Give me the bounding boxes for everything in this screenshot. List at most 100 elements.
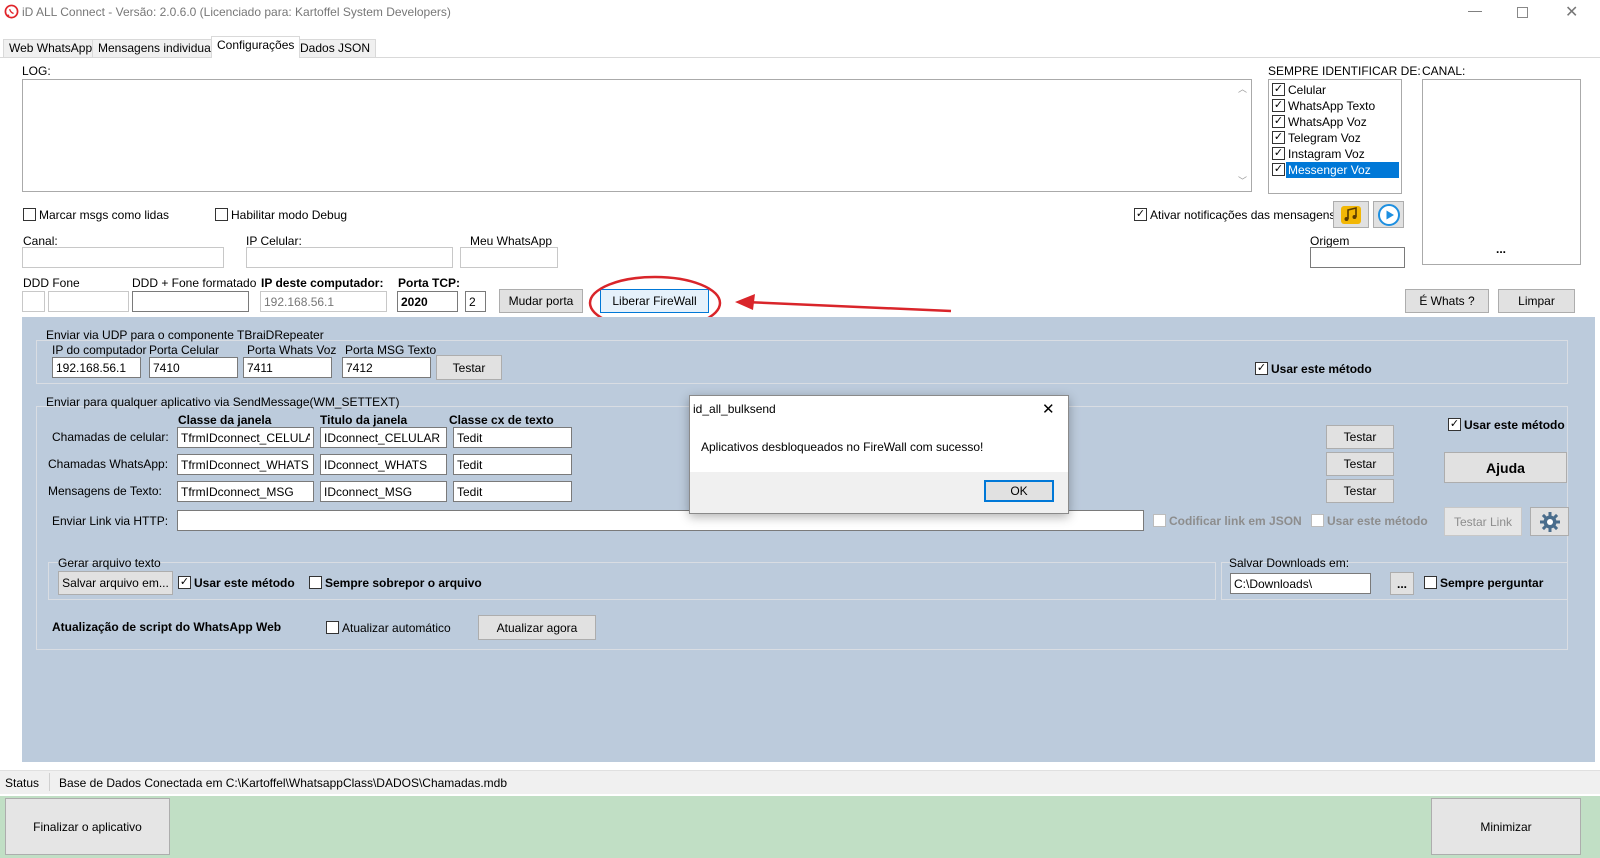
json-checkbox[interactable] [1153, 514, 1166, 527]
whatsapp-testar-button[interactable]: Testar [1326, 452, 1394, 476]
celular-textclass-input[interactable] [453, 427, 572, 448]
whatsapp-icon [4, 4, 19, 19]
dialog-close-icon[interactable]: ✕ [1042, 400, 1055, 418]
title-bar: iD ALL Connect - Versão: 2.0.6.0 (Licenc… [0, 0, 1600, 24]
porta-tcp-input[interactable] [397, 291, 458, 312]
log-textarea[interactable]: ︿ ﹀ [22, 79, 1252, 192]
ask-checkbox[interactable] [1424, 576, 1437, 589]
http-use-method-checkbox[interactable] [1311, 514, 1324, 527]
downloads-label: Salvar Downloads em: [1229, 556, 1350, 570]
tab-configuracoes[interactable]: Configurações [211, 36, 301, 58]
udp-ip-input[interactable] [52, 357, 141, 378]
mensagens-textclass-input[interactable] [453, 481, 572, 502]
scroll-up-icon[interactable]: ︿ [1238, 82, 1247, 95]
scroll-down-icon[interactable]: ﹀ [1238, 174, 1247, 187]
celular-title-input[interactable] [320, 427, 447, 448]
mensagens-class-input[interactable] [177, 481, 314, 502]
telegram-voz-checkbox[interactable] [1272, 131, 1285, 144]
identify-item-messenger-voz[interactable]: Messenger Voz [1271, 162, 1399, 178]
identify-item-whatsapp-texto[interactable]: WhatsApp Texto [1271, 98, 1399, 114]
whatsapp-voz-checkbox[interactable] [1272, 115, 1285, 128]
file-use-method-checkbox[interactable] [178, 576, 191, 589]
notifications-label: Ativar notificações das mensagens [1150, 208, 1336, 222]
udp-porta-msg-texto-label: Porta MSG Texto [345, 343, 437, 357]
mensagens-title-input[interactable] [320, 481, 447, 502]
identify-checklist[interactable]: Celular WhatsApp Texto WhatsApp Voz Tele… [1268, 79, 1402, 194]
mark-read-checkbox[interactable] [23, 208, 36, 221]
whatsapp-title-input[interactable] [320, 454, 447, 475]
udp-porta-whats-voz-input[interactable] [243, 357, 332, 378]
ddd-input[interactable] [22, 291, 45, 312]
dialog-message: Aplicativos desbloqueados no FireWall co… [701, 440, 984, 454]
identify-item-celular[interactable]: Celular [1271, 82, 1399, 98]
identify-item-telegram-voz[interactable]: Telegram Voz [1271, 130, 1399, 146]
status-bar: Status Base de Dados Conectada em C:\Kar… [0, 770, 1600, 794]
ip-celular-input[interactable] [246, 247, 453, 268]
mensagens-testar-button[interactable]: Testar [1326, 479, 1394, 503]
sound-button[interactable] [1333, 201, 1369, 228]
sendmsg-title: Enviar para qualquer aplicativo via Send… [46, 395, 400, 409]
log-label: LOG: [22, 64, 51, 78]
ddd-fone-label: DDD Fone [23, 276, 80, 290]
tab-dados-json[interactable]: Dados JSON [294, 39, 377, 57]
porta-tcp-label: Porta TCP: [398, 276, 461, 290]
whatsapp-textclass-input[interactable] [453, 454, 572, 475]
origem-input[interactable] [1310, 247, 1405, 268]
celular-class-input[interactable] [177, 427, 314, 448]
porta-tcp-extra-input[interactable] [465, 291, 486, 312]
status-text: Base de Dados Conectada em C:\Kartoffel\… [59, 776, 507, 790]
row-whatsapp-label: Chamadas WhatsApp: [48, 457, 169, 471]
limpar-button[interactable]: Limpar [1498, 289, 1575, 313]
ajuda-button[interactable]: Ajuda [1444, 452, 1567, 483]
testar-link-button[interactable]: Testar Link [1444, 507, 1522, 536]
ip-computador-input[interactable] [260, 291, 387, 312]
identify-item-whatsapp-voz[interactable]: WhatsApp Voz [1271, 114, 1399, 130]
minimizar-button[interactable]: Minimizar [1431, 798, 1581, 855]
file-use-method-label: Usar este método [194, 576, 295, 590]
tab-mensagens-individuais[interactable]: Mensagens individuais [92, 39, 226, 57]
canal-listbox[interactable]: ... [1422, 79, 1581, 265]
udp-testar-button[interactable]: Testar [436, 355, 502, 380]
json-label: Codificar link em JSON [1169, 514, 1302, 528]
close-window-icon[interactable]: ✕ [1565, 2, 1578, 22]
sendmsg-use-method-checkbox[interactable] [1448, 418, 1461, 431]
auto-update-checkbox[interactable] [326, 621, 339, 634]
identify-label: SEMPRE IDENTIFICAR DE: [1268, 64, 1421, 78]
ddd-fone-formatado-input[interactable] [132, 291, 249, 312]
instagram-voz-checkbox[interactable] [1272, 147, 1285, 160]
meu-whatsapp-label: Meu WhatsApp [470, 234, 553, 248]
fone-input[interactable] [48, 291, 129, 312]
dialog-ok-button[interactable]: OK [984, 480, 1054, 502]
play-button[interactable] [1373, 201, 1404, 228]
settings-button[interactable] [1530, 507, 1569, 536]
udp-porta-celular-input[interactable] [149, 357, 238, 378]
debug-checkbox[interactable] [215, 208, 228, 221]
mudar-porta-button[interactable]: Mudar porta [499, 289, 583, 313]
celular-testar-button[interactable]: Testar [1326, 425, 1394, 449]
status-divider [49, 773, 50, 791]
salvar-arquivo-button[interactable]: Salvar arquivo em... [58, 571, 173, 595]
downloads-input[interactable] [1230, 573, 1371, 594]
ip-celular-label: IP Celular: [246, 234, 302, 248]
whatsapp-class-input[interactable] [177, 454, 314, 475]
identify-item-instagram-voz[interactable]: Instagram Voz [1271, 146, 1399, 162]
e-whats-button[interactable]: É Whats ? [1405, 289, 1489, 313]
maximize-window-icon[interactable] [1517, 7, 1528, 18]
row-mensagens-label: Mensagens de Texto: [48, 484, 162, 498]
celular-checkbox[interactable] [1272, 83, 1285, 96]
atualizar-agora-button[interactable]: Atualizar agora [478, 615, 596, 640]
log-scrollbar[interactable]: ︿ ﹀ [1234, 80, 1251, 191]
whatsapp-texto-checkbox[interactable] [1272, 99, 1285, 112]
meu-whatsapp-input[interactable] [460, 247, 558, 268]
notifications-checkbox[interactable] [1134, 208, 1147, 221]
overwrite-checkbox[interactable] [309, 576, 322, 589]
udp-use-method-checkbox[interactable] [1255, 362, 1268, 375]
row-celular-label: Chamadas de celular: [52, 430, 169, 444]
messenger-voz-checkbox[interactable] [1272, 163, 1285, 176]
udp-porta-msg-texto-input[interactable] [342, 357, 431, 378]
browse-downloads-button[interactable]: ... [1390, 572, 1414, 595]
tab-web-whatsapp[interactable]: Web WhatsApp [3, 39, 99, 57]
canal-input[interactable] [22, 247, 224, 268]
minimize-window-icon[interactable]: — [1468, 2, 1482, 18]
finalizar-button[interactable]: Finalizar o aplicativo [5, 798, 170, 855]
